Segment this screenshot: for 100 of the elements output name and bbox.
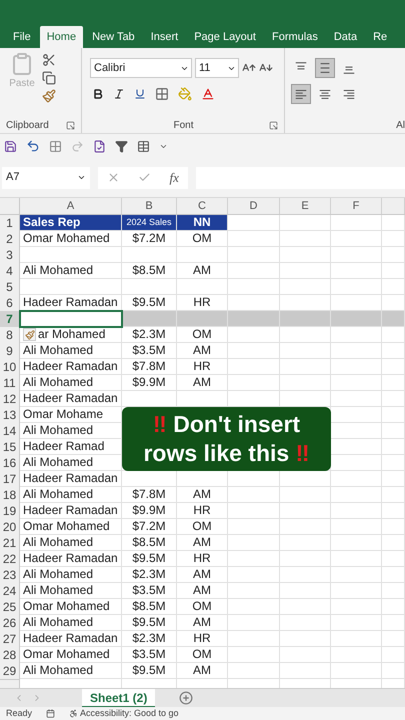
table-cell[interactable]: $7.8M <box>122 359 177 375</box>
fill-color-icon[interactable] <box>178 87 192 101</box>
table-cell[interactable] <box>331 391 382 407</box>
table-cell[interactable] <box>280 487 331 503</box>
table-cell[interactable] <box>331 631 382 647</box>
table-cell[interactable]: Hadeer Ramadan <box>20 391 122 407</box>
table-cell[interactable] <box>382 583 405 599</box>
table-cell[interactable] <box>280 263 331 279</box>
add-sheet-icon[interactable] <box>179 691 194 705</box>
table-cell[interactable] <box>228 279 280 295</box>
table-cell[interactable]: AM <box>177 375 228 391</box>
insert-function-button[interactable]: fx <box>170 168 179 188</box>
column-header[interactable]: E <box>280 198 331 214</box>
table-cell[interactable]: HR <box>177 359 228 375</box>
table-cell[interactable] <box>228 343 280 359</box>
table-cell[interactable] <box>228 551 280 567</box>
table-cell[interactable] <box>280 311 331 327</box>
table-cell[interactable] <box>20 247 122 263</box>
table-cell[interactable] <box>382 263 405 279</box>
table-cell[interactable] <box>280 583 331 599</box>
table-cell[interactable] <box>331 599 382 615</box>
table-cell[interactable] <box>280 279 331 295</box>
table-cell[interactable] <box>228 311 280 327</box>
table-cell[interactable]: $9.9M <box>122 375 177 391</box>
table-cell[interactable] <box>382 535 405 551</box>
column-header[interactable]: F <box>331 198 382 214</box>
table-cell[interactable] <box>331 311 382 327</box>
table-cell[interactable] <box>280 375 331 391</box>
table-cell[interactable]: $2.3M <box>122 631 177 647</box>
table-cell[interactable] <box>228 615 280 631</box>
table-cell[interactable]: Hadeer Ramadan <box>20 359 122 375</box>
table-cell[interactable]: AM <box>177 583 228 599</box>
bold-icon[interactable] <box>92 88 104 100</box>
table-cell[interactable] <box>382 391 405 407</box>
table-cell[interactable] <box>331 615 382 631</box>
table-cell[interactable]: Hadeer Ramadan <box>20 295 122 311</box>
table-cell[interactable] <box>382 343 405 359</box>
table-cell[interactable] <box>228 663 280 679</box>
redo-icon[interactable] <box>71 140 84 152</box>
font-name-field[interactable]: Calibri <box>90 58 192 78</box>
table-cell[interactable] <box>331 551 382 567</box>
table-cell[interactable] <box>382 599 405 615</box>
table-cell[interactable] <box>228 647 280 663</box>
table-cell[interactable] <box>228 599 280 615</box>
table-cell[interactable] <box>331 327 382 343</box>
table-cell[interactable] <box>382 311 405 327</box>
paste-options-button[interactable] <box>23 328 36 341</box>
table-cell[interactable] <box>382 247 405 263</box>
table-cell[interactable]: Omar Mohamed <box>20 599 122 615</box>
table-cell[interactable] <box>228 535 280 551</box>
table-cell[interactable]: Sales Rep <box>20 215 122 231</box>
table-cell[interactable]: Omar Mohamed <box>20 231 122 247</box>
table-cell[interactable] <box>382 567 405 583</box>
table-cell[interactable]: $2.3M <box>122 567 177 583</box>
table-cell[interactable] <box>228 519 280 535</box>
table-cell[interactable]: $3.5M <box>122 583 177 599</box>
table-cell[interactable] <box>331 279 382 295</box>
table-cell[interactable] <box>122 247 177 263</box>
italic-icon[interactable] <box>113 88 125 100</box>
table-cell[interactable] <box>382 375 405 391</box>
table-cell[interactable]: Ali Mohamed <box>20 343 122 359</box>
table-cell[interactable] <box>382 663 405 679</box>
table-cell[interactable] <box>331 359 382 375</box>
table-cell[interactable] <box>280 631 331 647</box>
table-cell[interactable]: $7.2M <box>122 519 177 535</box>
align-button[interactable] <box>315 58 335 78</box>
table-cell[interactable]: HR <box>177 503 228 519</box>
table-cell[interactable]: $7.2M <box>122 231 177 247</box>
cut-icon[interactable] <box>42 53 56 67</box>
table-cell[interactable]: $2.3M <box>122 327 177 343</box>
table-cell[interactable] <box>382 631 405 647</box>
table-cell[interactable] <box>382 439 405 455</box>
table-cell[interactable]: Ali Mohamed <box>20 487 122 503</box>
ribbon-tab[interactable]: Data <box>326 26 364 48</box>
table-cell[interactable]: HR <box>177 551 228 567</box>
column-header[interactable]: B <box>122 198 177 214</box>
table-cell[interactable] <box>280 535 331 551</box>
sheet-tab[interactable]: Sheet1 (2) <box>82 688 156 708</box>
table-cell[interactable] <box>331 247 382 263</box>
table-cell[interactable]: Hadeer Ramadan <box>20 503 122 519</box>
table-cell[interactable]: $9.5M <box>122 551 177 567</box>
table-cell[interactable]: $9.5M <box>122 615 177 631</box>
table-cell[interactable] <box>382 359 405 375</box>
table-cell[interactable]: AM <box>177 263 228 279</box>
table-cell[interactable]: NN <box>177 215 228 231</box>
table-cell[interactable] <box>280 551 331 567</box>
ribbon-tab[interactable]: Insert <box>144 26 186 48</box>
table-cell[interactable]: Omar Mohamed <box>20 647 122 663</box>
borders-icon[interactable] <box>155 87 169 101</box>
table-cell[interactable] <box>382 215 405 231</box>
column-header[interactable]: C <box>177 198 228 214</box>
font-size-field[interactable]: 11 <box>195 58 239 78</box>
table-cell[interactable]: $8.5M <box>122 535 177 551</box>
table-cell[interactable] <box>280 615 331 631</box>
table-cell[interactable]: AM <box>177 615 228 631</box>
table-cell[interactable] <box>382 471 405 487</box>
table-cell[interactable] <box>280 599 331 615</box>
table-cell[interactable] <box>20 311 122 327</box>
dialog-launcher-icon[interactable] <box>268 120 278 130</box>
table-cell[interactable]: Ali Mohamed <box>20 615 122 631</box>
